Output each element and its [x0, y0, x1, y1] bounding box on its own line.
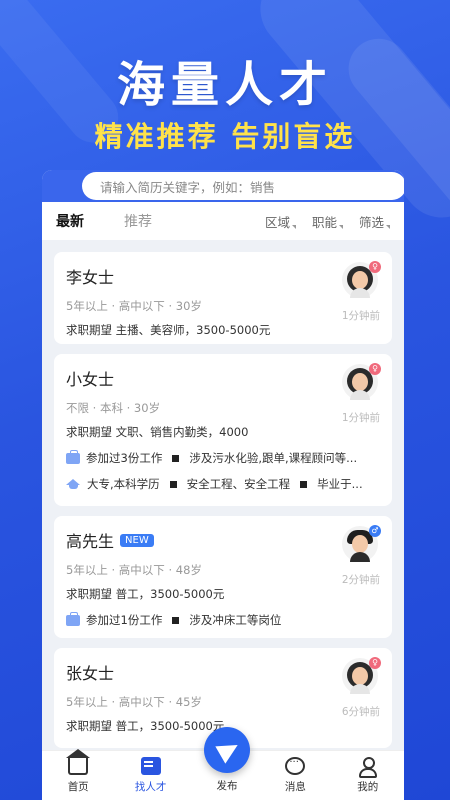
chevron-down-icon: [338, 224, 343, 229]
phone-screen: 请输入简历关键字，例如：销售 最新 推荐 区域 职能 筛选 李女士 5年以上 ·…: [42, 170, 404, 800]
avatar-face: [352, 535, 368, 553]
new-badge: NEW: [120, 533, 154, 547]
candidate-name: 高先生: [66, 532, 115, 551]
resume-card[interactable]: 小女士 不限 · 本科 · 30岁 求职期望 文职、销售内勤类，4000 参加过…: [54, 354, 392, 506]
talent-search-icon: [140, 757, 161, 775]
briefcase-icon: [66, 450, 80, 464]
resume-card[interactable]: 高先生 NEW 5年以上 · 高中以下 · 48岁 求职期望 普工，3500-5…: [54, 516, 392, 638]
chevron-down-icon: [386, 224, 390, 229]
paper-plane-icon: [215, 736, 243, 764]
filter-region-label: 区域: [264, 214, 290, 230]
tab-mine-label: 我的: [357, 781, 379, 793]
publish-label: 发布: [216, 780, 238, 792]
tabs-row: 最新 推荐 区域 职能 筛选: [42, 202, 404, 240]
bullet-icon: [172, 454, 180, 462]
message-icon: [285, 757, 306, 775]
candidate-name: 张女士: [66, 664, 115, 683]
education-major: 安全工程、安全工程: [186, 477, 291, 491]
female-icon: ♀: [369, 261, 381, 273]
candidate-meta: 5年以上 · 高中以下 · 48岁: [66, 563, 202, 577]
home-icon: [66, 749, 91, 775]
candidate-meta: 5年以上 · 高中以下 · 30岁: [66, 299, 202, 313]
candidate-name: 小女士: [66, 370, 115, 389]
work-detail: 涉及冲床工等岗位: [189, 613, 282, 627]
female-icon: ♀: [369, 657, 381, 669]
work-history-row: 参加过1份工作 涉及冲床工等岗位: [66, 612, 380, 628]
banner-subline: 精准推荐 告别盲选: [94, 120, 356, 153]
male-icon: ♂: [369, 525, 381, 537]
avatar: ♀: [342, 261, 381, 298]
candidate-meta: 5年以上 · 高中以下 · 45岁: [66, 695, 202, 709]
avatar: ♂: [342, 525, 381, 562]
work-history-row: 参加过3份工作 涉及污水化验,跟单,课程顾问等...: [66, 450, 380, 466]
filter-group: 区域 职能 筛选: [265, 212, 390, 231]
posted-time: 1分钟前: [341, 412, 380, 424]
tab-home[interactable]: 首页: [48, 749, 108, 794]
education-school: 毕业于...: [317, 477, 363, 491]
avatar-face: [352, 373, 368, 391]
avatar: ♀: [342, 657, 381, 694]
posted-time: 6分钟前: [341, 706, 380, 718]
chevron-down-icon: [291, 224, 296, 229]
tab-messages[interactable]: 消息: [265, 757, 325, 794]
filter-screen[interactable]: 筛选: [359, 212, 390, 231]
graduation-cap-icon: [66, 478, 81, 490]
filter-position-label: 职能: [311, 214, 337, 230]
tab-recommend[interactable]: 推荐: [124, 211, 152, 231]
resume-card[interactable]: 李女士 5年以上 · 高中以下 · 30岁 求职期望 主播、美容师，3500-5…: [54, 252, 392, 344]
filter-position[interactable]: 职能: [312, 212, 343, 231]
avatar-face: [352, 667, 368, 685]
female-icon: ♀: [369, 363, 381, 375]
job-expectation: 求职期望 普工，3500-5000元: [66, 587, 225, 601]
education-row: 大专,本科学历 安全工程、安全工程 毕业于...: [66, 476, 380, 492]
candidate-name: 李女士: [66, 268, 115, 287]
avatar: ♀: [342, 363, 381, 400]
avatar-face: [352, 271, 368, 289]
bullet-icon: [172, 616, 180, 624]
publish-button[interactable]: [204, 727, 250, 773]
education-level: 大专,本科学历: [87, 477, 160, 491]
work-count: 参加过1份工作: [86, 613, 163, 627]
work-count: 参加过3份工作: [86, 451, 163, 465]
briefcase-icon: [66, 612, 80, 626]
job-expectation: 求职期望 文职、销售内勤类，4000: [66, 425, 249, 439]
job-expectation: 求职期望 主播、美容师，3500-5000元: [66, 323, 271, 337]
work-detail: 涉及污水化验,跟单,课程顾问等...: [189, 451, 358, 465]
bullet-icon: [300, 480, 308, 488]
posted-time: 2分钟前: [341, 574, 380, 586]
search-input[interactable]: 请输入简历关键字，例如：销售: [82, 172, 404, 200]
tab-latest[interactable]: 最新: [56, 211, 84, 231]
filter-screen-label: 筛选: [358, 214, 384, 230]
user-icon: [358, 757, 378, 778]
tab-find-talent-label: 找人才: [134, 781, 167, 793]
tab-find-talent[interactable]: 找人才: [121, 757, 181, 794]
avatar-body: [350, 552, 370, 562]
posted-time: 1分钟前: [341, 310, 380, 322]
bullet-icon: [169, 480, 177, 488]
candidate-meta: 不限 · 本科 · 30岁: [66, 401, 161, 415]
filter-region[interactable]: 区域: [265, 212, 296, 231]
banner-headline: 海量人才: [116, 57, 333, 113]
tab-messages-label: 消息: [284, 781, 306, 793]
tab-mine[interactable]: 我的: [338, 757, 398, 794]
search-bar: 请输入简历关键字，例如：销售: [42, 170, 404, 202]
tab-home-label: 首页: [67, 781, 89, 793]
